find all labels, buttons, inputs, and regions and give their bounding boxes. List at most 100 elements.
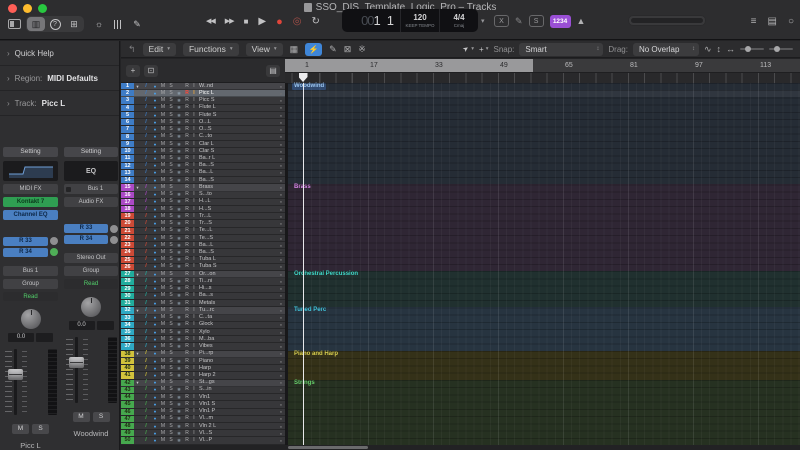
group-slot[interactable]: Group xyxy=(64,266,118,276)
track-power-button[interactable]: ● xyxy=(151,148,159,155)
mute-button[interactable]: M xyxy=(159,184,167,191)
track-power-button[interactable]: ● xyxy=(151,256,159,263)
solo-button[interactable]: S xyxy=(167,256,175,263)
track-power-button[interactable]: ● xyxy=(151,358,159,365)
track-row[interactable]: 50/●MS❄RIVl...P● xyxy=(121,437,285,444)
freeze-button[interactable]: ❄ xyxy=(175,162,183,169)
forward-button[interactable]: ▶▶ xyxy=(225,13,234,31)
record-arm-button[interactable]: R xyxy=(183,256,191,263)
mute-button[interactable]: M xyxy=(159,198,167,205)
record-arm-button[interactable]: R xyxy=(183,430,191,437)
freeze-button[interactable]: ❄ xyxy=(175,372,183,379)
mute-button[interactable]: M xyxy=(159,285,167,292)
record-arm-button[interactable]: R xyxy=(183,90,191,97)
mute-button[interactable]: M xyxy=(159,104,167,111)
strip-mute-button[interactable]: M xyxy=(73,412,90,422)
vertical-zoom-icon[interactable]: ↕ xyxy=(717,43,722,56)
record-arm-button[interactable]: R xyxy=(183,184,191,191)
record-arm-button[interactable]: R xyxy=(183,321,191,328)
cycle-button[interactable]: ↻ xyxy=(312,13,320,31)
freeze-button[interactable]: ❄ xyxy=(175,191,183,198)
mute-button[interactable]: M xyxy=(159,126,167,133)
track-power-button[interactable]: ● xyxy=(151,242,159,249)
track-power-button[interactable]: ● xyxy=(151,278,159,285)
send-level-knob[interactable] xyxy=(50,248,58,256)
mute-button[interactable]: M xyxy=(159,249,167,256)
solo-button[interactable]: S xyxy=(167,271,175,278)
instrument-slot[interactable]: Kontakt 7 xyxy=(3,197,58,207)
pointer-tool-button[interactable]: ➤▾ xyxy=(463,45,474,53)
strip-setting-button[interactable]: Setting xyxy=(3,147,58,157)
track-power-button[interactable]: ● xyxy=(151,379,159,386)
mute-button[interactable]: M xyxy=(159,191,167,198)
solo-button[interactable]: S xyxy=(167,235,175,242)
record-arm-button[interactable]: R xyxy=(183,365,191,372)
freeze-button[interactable]: ❄ xyxy=(175,329,183,336)
solo-button[interactable]: S xyxy=(167,343,175,350)
quick-help-header[interactable]: › Quick Help xyxy=(0,41,119,66)
solo-button[interactable]: S xyxy=(167,379,175,386)
record-arm-button[interactable]: R xyxy=(183,235,191,242)
bar-ruler[interactable]: 1173349658197113 xyxy=(285,59,800,83)
strip-mute-button[interactable]: M xyxy=(12,424,29,434)
record-arm-button[interactable]: R xyxy=(183,408,191,415)
solo-button[interactable]: S xyxy=(167,307,175,314)
mute-button[interactable]: M xyxy=(159,321,167,328)
mute-button[interactable]: M xyxy=(159,213,167,220)
snap-select[interactable]: Smart↕ xyxy=(519,43,603,56)
track-power-button[interactable]: ● xyxy=(151,191,159,198)
freeze-button[interactable]: ❄ xyxy=(175,358,183,365)
draw-icon[interactable]: ✎ xyxy=(329,43,337,56)
freeze-button[interactable]: ❄ xyxy=(175,394,183,401)
catch-playhead-icon[interactable]: ↰ xyxy=(128,43,136,56)
record-arm-button[interactable]: R xyxy=(183,336,191,343)
record-arm-button[interactable]: R xyxy=(183,401,191,408)
record-arm-button[interactable]: R xyxy=(183,278,191,285)
record-arm-button[interactable]: R xyxy=(183,314,191,321)
solo-button[interactable]: S xyxy=(167,177,175,184)
solo-button[interactable]: S xyxy=(167,90,175,97)
freeze-button[interactable]: ❄ xyxy=(175,177,183,184)
track-power-button[interactable]: ● xyxy=(151,155,159,162)
functions-menu[interactable]: Functions▾ xyxy=(183,43,239,56)
mute-button[interactable]: M xyxy=(159,394,167,401)
send-slot[interactable]: R 34 xyxy=(64,235,108,244)
solo-button[interactable]: S xyxy=(167,358,175,365)
solo-button[interactable]: S xyxy=(167,300,175,307)
freeze-button[interactable]: ❄ xyxy=(175,256,183,263)
solo-button[interactable]: S xyxy=(167,242,175,249)
strip-setting-button[interactable]: Setting xyxy=(64,147,118,157)
eq-thumbnail[interactable]: EQ xyxy=(64,161,118,181)
mute-button[interactable]: M xyxy=(159,256,167,263)
solo-button[interactable]: S xyxy=(167,198,175,205)
mute-button[interactable]: M xyxy=(159,162,167,169)
mute-button[interactable]: M xyxy=(159,386,167,393)
solo-button[interactable]: S xyxy=(167,285,175,292)
track-power-button[interactable]: ● xyxy=(151,83,159,90)
track-power-button[interactable]: ● xyxy=(151,321,159,328)
track-power-button[interactable]: ● xyxy=(151,169,159,176)
mute-button[interactable]: M xyxy=(159,90,167,97)
disclosure-triangle-icon[interactable]: ▾ xyxy=(134,271,141,278)
mute-button[interactable]: M xyxy=(159,401,167,408)
track-power-button[interactable]: ● xyxy=(151,423,159,430)
record-arm-button[interactable]: R xyxy=(183,394,191,401)
mute-button[interactable]: M xyxy=(159,379,167,386)
freeze-button[interactable]: ❄ xyxy=(175,336,183,343)
track-power-button[interactable]: ● xyxy=(151,300,159,307)
region-inspector-header[interactable]: › Region: MIDI Defaults xyxy=(0,66,119,91)
quick-help-icon[interactable]: ? xyxy=(46,17,64,31)
track-power-button[interactable]: ● xyxy=(151,184,159,191)
midi-fx-slot[interactable]: MIDI FX xyxy=(3,184,58,194)
record-arm-button[interactable]: R xyxy=(183,177,191,184)
solo-button[interactable]: S xyxy=(167,227,175,234)
freeze-button[interactable]: ❄ xyxy=(175,141,183,148)
send-slot[interactable]: R 34 xyxy=(3,248,48,257)
solo-button[interactable]: S xyxy=(167,415,175,422)
close-button[interactable] xyxy=(8,4,17,13)
track-power-button[interactable]: ● xyxy=(151,90,159,97)
solo-button[interactable]: S xyxy=(167,119,175,126)
freeze-button[interactable]: ❄ xyxy=(175,235,183,242)
mute-button[interactable]: M xyxy=(159,133,167,140)
solo-button[interactable]: S xyxy=(167,430,175,437)
